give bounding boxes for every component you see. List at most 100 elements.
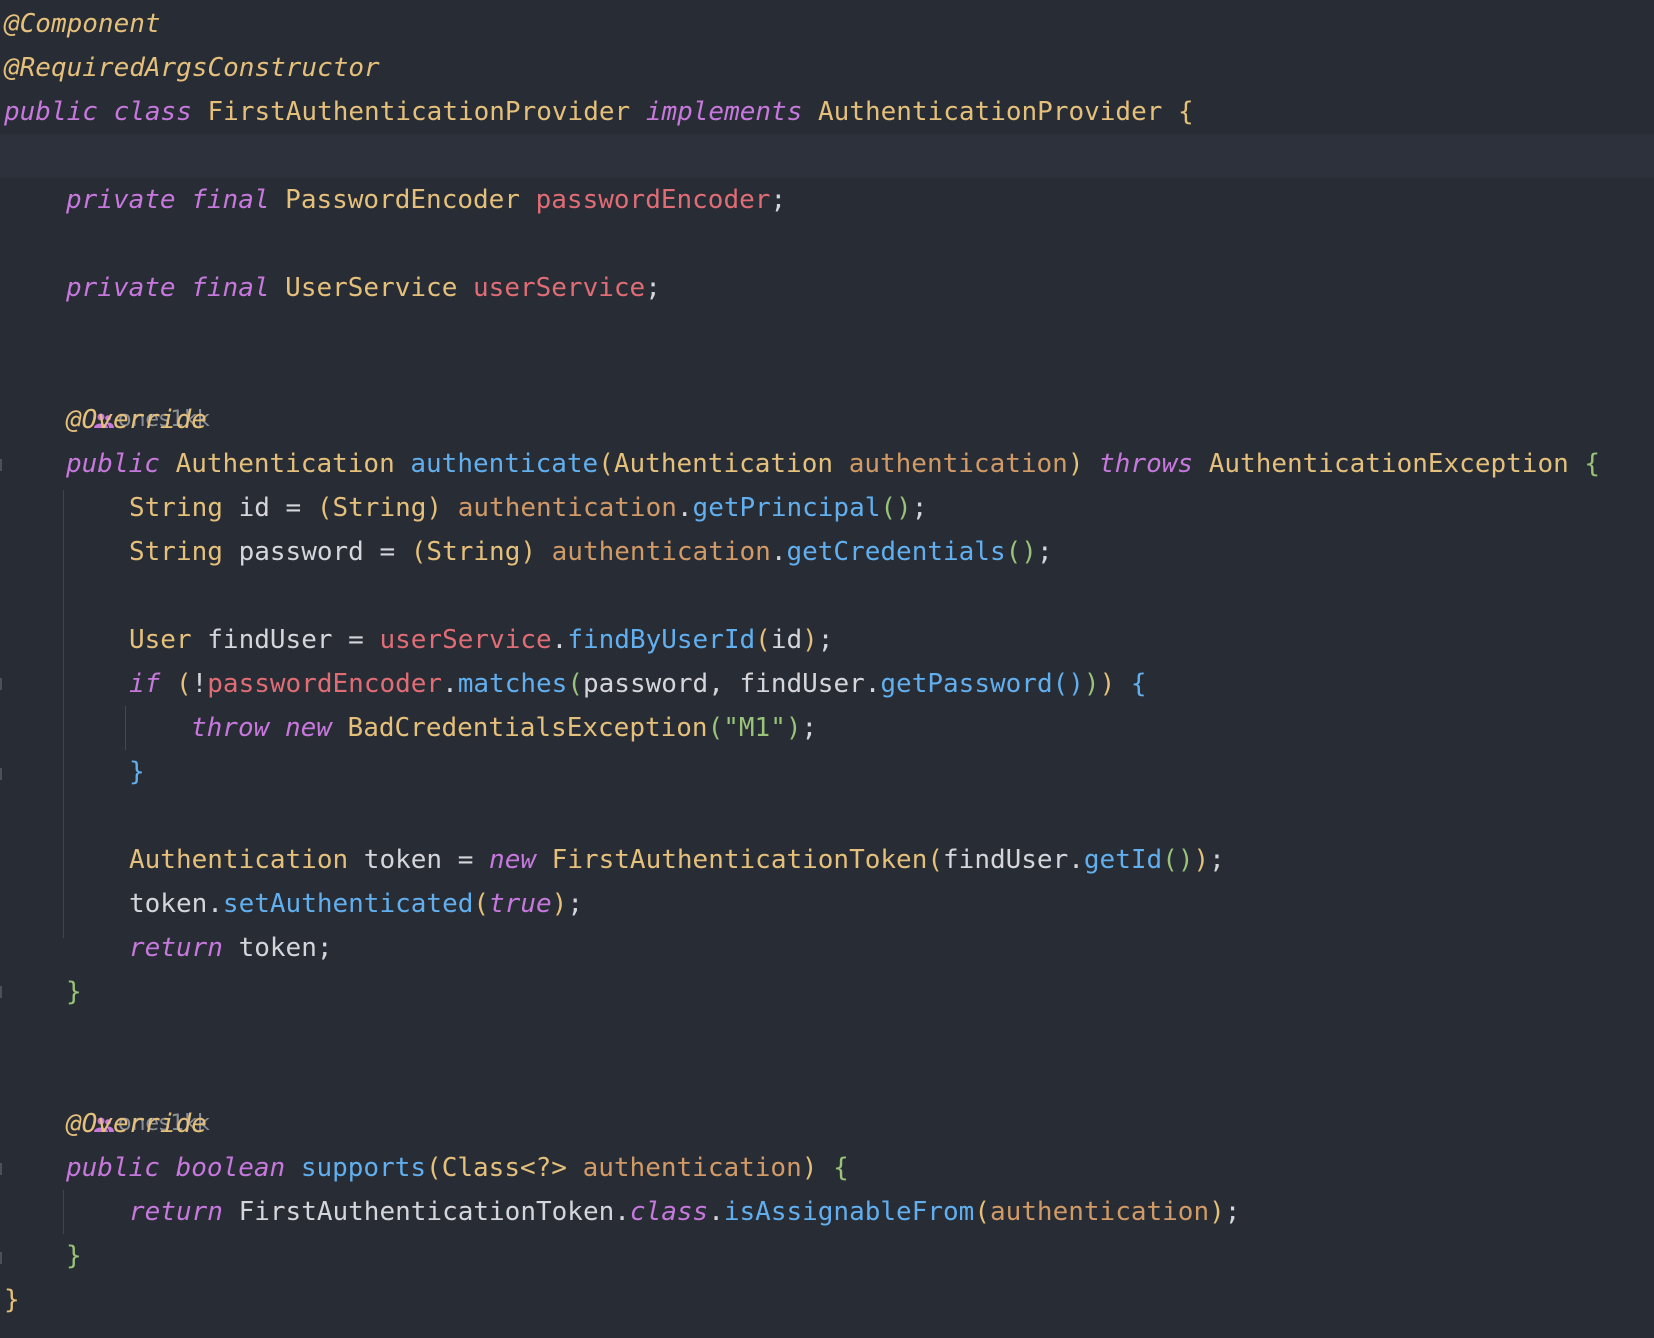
current-line-highlight [0, 134, 1654, 178]
code-token: implements [645, 97, 803, 127]
code-token: () [880, 493, 912, 523]
code-token: String [332, 493, 427, 523]
code-token: User [129, 625, 192, 655]
code-token: throw [191, 713, 270, 743]
code-token: ( [598, 449, 614, 479]
code-token: "M1" [723, 713, 786, 743]
code-token: ) [801, 1153, 818, 1183]
code-token: true [489, 889, 552, 919]
code-token: final [191, 273, 270, 303]
code-token: ) [802, 625, 818, 655]
code-token: () [1162, 845, 1194, 875]
code-token: matches [457, 669, 568, 699]
fold-marker-icon[interactable] [0, 986, 2, 998]
code-token: setAuthenticated [222, 889, 474, 919]
code-token: userService [473, 273, 646, 303]
code-token: password, findUser. [582, 669, 881, 699]
code-token: getCredentials [786, 537, 1006, 567]
fold-marker-icon[interactable] [0, 1252, 2, 1264]
code-token: { [1584, 449, 1601, 479]
code-token: public [4, 97, 98, 127]
code-token: token; [222, 933, 333, 963]
code-token: ( [316, 493, 333, 523]
code-line-return-token: return token; [129, 926, 333, 970]
code-token: UserService [269, 273, 474, 303]
code-token: ( [755, 625, 771, 655]
code-token: Class<?> [441, 1153, 583, 1183]
annotation-override: @Override [66, 405, 207, 435]
annotation-override: @Override [66, 1109, 207, 1139]
code-token: ) [1193, 845, 1210, 875]
code-line-set-authenticated: token.setAuthenticated(true); [129, 882, 583, 926]
code-editor[interactable]: @Component @RequiredArgsConstructor publ… [0, 0, 1654, 1338]
fold-marker-icon[interactable] [0, 678, 2, 690]
indent-guide [63, 1190, 64, 1234]
code-token: ) [1209, 1197, 1225, 1227]
code-token: . [708, 1197, 724, 1227]
code-token: findByUserId [567, 625, 756, 655]
code-token: getPrincipal [692, 493, 881, 523]
code-token: ) [520, 537, 536, 567]
code-token: . [676, 493, 693, 523]
code-token: password = [222, 537, 411, 567]
code-token: class [113, 97, 192, 127]
code-token: ; [817, 625, 834, 655]
code-token: . [442, 669, 458, 699]
code-token: ( [410, 537, 427, 567]
code-token: BadCredentialsException [331, 713, 708, 743]
code-token: ; [567, 889, 583, 919]
code-token: ( [426, 1153, 442, 1183]
code-token: ; [645, 273, 661, 303]
code-token: public [66, 1153, 160, 1183]
code-token: authentication [551, 537, 771, 567]
code-token: ; [770, 185, 787, 215]
code-token: ( [175, 669, 192, 699]
code-token: private [66, 273, 176, 303]
code-line-throw: throw new BadCredentialsException("M1"); [191, 706, 817, 750]
authenticate-signature-line: public Authentication authenticate( Authe… [66, 442, 1600, 486]
code-token: findUser. [943, 845, 1084, 875]
code-token: { [1130, 669, 1147, 699]
code-line-if: if (!passwordEncoder.matches(password, f… [129, 662, 1147, 706]
author-hint[interactable]: ones1kk [66, 354, 210, 432]
code-token: AuthenticationException [1193, 449, 1585, 479]
code-token: new [284, 713, 332, 743]
code-token: token. [129, 889, 223, 919]
code-token: passwordEncoder [207, 669, 443, 699]
code-token: FirstAuthenticationToken. [222, 1197, 630, 1227]
code-token: String [129, 537, 223, 567]
fold-marker-icon[interactable] [0, 1163, 2, 1175]
code-token: Authentication [613, 449, 849, 479]
code-token: if [129, 669, 161, 699]
code-token: FirstAuthenticationToken [536, 845, 928, 875]
fold-marker-icon[interactable] [0, 768, 2, 780]
code-token: public [66, 449, 160, 479]
code-token: class [629, 1197, 709, 1227]
class-declaration-line: public class FirstAuthenticationProvider… [4, 90, 1194, 134]
code-token: userService [379, 625, 552, 655]
supports-signature-line: public boolean supports(Class<?> authent… [66, 1146, 849, 1190]
code-token: ( [707, 713, 724, 743]
code-token: . [551, 625, 568, 655]
code-token: isAssignableFrom [723, 1197, 975, 1227]
code-token: Authentication [129, 845, 349, 875]
code-token: throws [1099, 449, 1194, 479]
code-token: FirstAuthenticationProvider [191, 97, 646, 127]
code-token: () [1005, 537, 1037, 567]
code-token: authenticate [410, 449, 599, 479]
code-token: ) [1083, 669, 1100, 699]
author-hint[interactable]: ones1kk [66, 1058, 210, 1136]
code-token: final [191, 185, 270, 215]
code-token: ( [927, 845, 944, 875]
code-token: passwordEncoder [535, 185, 771, 215]
code-token: . [770, 537, 787, 567]
code-token: ) [1067, 449, 1084, 479]
fold-marker-icon[interactable] [0, 459, 2, 471]
